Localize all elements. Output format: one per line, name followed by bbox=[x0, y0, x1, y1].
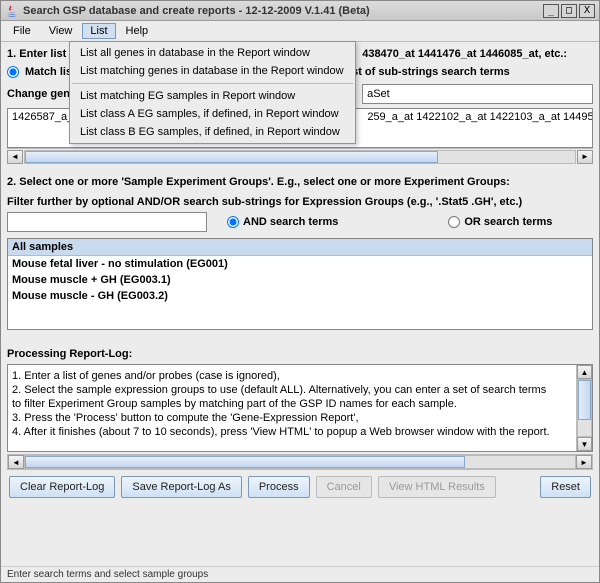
sample-row[interactable]: Mouse fetal liver - no stimulation (EG00… bbox=[8, 256, 592, 272]
log-hscroll[interactable]: ◄ ► bbox=[7, 454, 593, 470]
scroll-left-icon[interactable]: ◄ bbox=[7, 150, 23, 164]
menu-view[interactable]: View bbox=[41, 23, 81, 39]
dropdown-item[interactable]: List class B EG samples, if defined, in … bbox=[70, 123, 355, 141]
scroll-right-icon[interactable]: ► bbox=[577, 150, 593, 164]
app-window: Search GSP database and create reports -… bbox=[0, 0, 600, 583]
maximize-button[interactable]: □ bbox=[561, 4, 577, 18]
save-log-button[interactable]: Save Report-Log As bbox=[121, 476, 241, 498]
substrings-label: st of sub-strings search terms bbox=[352, 66, 510, 78]
scroll-down-icon[interactable]: ▼ bbox=[577, 437, 592, 451]
window-title: Search GSP database and create reports -… bbox=[23, 5, 541, 17]
scroll-right-icon[interactable]: ► bbox=[576, 455, 592, 469]
dropdown-item[interactable]: List all genes in database in the Report… bbox=[70, 44, 355, 62]
dropdown-item[interactable]: List matching genes in database in the R… bbox=[70, 62, 355, 80]
reset-button[interactable]: Reset bbox=[540, 476, 591, 498]
filter-row: AND search terms OR search terms bbox=[7, 212, 593, 232]
samples-header[interactable]: All samples bbox=[8, 239, 592, 256]
clear-log-button[interactable]: Clear Report-Log bbox=[9, 476, 115, 498]
view-html-button: View HTML Results bbox=[378, 476, 496, 498]
change-geneset-label: Change gene bbox=[7, 88, 76, 100]
log-vscroll[interactable]: ▲ ▼ bbox=[576, 365, 592, 451]
cancel-button: Cancel bbox=[316, 476, 372, 498]
dropdown-item[interactable]: List matching EG samples in Report windo… bbox=[70, 87, 355, 105]
samples-list[interactable]: All samples Mouse fetal liver - no stimu… bbox=[7, 238, 593, 330]
menu-list[interactable]: List bbox=[82, 23, 115, 39]
menu-help[interactable]: Help bbox=[118, 23, 157, 39]
list-menu-dropdown: List all genes in database in the Report… bbox=[69, 41, 356, 144]
filter-label: Filter further by optional AND/OR search… bbox=[7, 196, 593, 208]
log-textarea[interactable]: 1. Enter a list of genes and/or probes (… bbox=[7, 364, 593, 452]
scroll-left-icon[interactable]: ◄ bbox=[8, 455, 24, 469]
menu-file[interactable]: File bbox=[5, 23, 39, 39]
scroll-up-icon[interactable]: ▲ bbox=[577, 365, 592, 379]
menu-separator bbox=[72, 83, 353, 84]
or-radio[interactable] bbox=[448, 216, 460, 228]
match-list-label: Match lis bbox=[25, 66, 72, 78]
button-row: Clear Report-Log Save Report-Log As Proc… bbox=[7, 470, 593, 504]
sample-row[interactable]: Mouse muscle + GH (EG003.1) bbox=[8, 272, 592, 288]
geneset-dropdown[interactable]: aSet bbox=[362, 84, 593, 104]
processing-log-label: Processing Report-Log: bbox=[7, 348, 593, 360]
step2-label: 2. Select one or more 'Sample Experiment… bbox=[7, 176, 593, 188]
status-bar: Enter search terms and select sample gro… bbox=[1, 566, 599, 582]
menu-bar: File View List Help bbox=[1, 21, 599, 42]
match-list-radio[interactable] bbox=[7, 66, 19, 78]
java-icon bbox=[5, 4, 19, 18]
and-radio[interactable] bbox=[227, 216, 239, 228]
close-button[interactable]: X bbox=[579, 4, 595, 18]
gene-list-hscroll[interactable]: ◄ ► bbox=[7, 148, 593, 164]
minimize-button[interactable]: _ bbox=[543, 4, 559, 18]
dropdown-item[interactable]: List class A EG samples, if defined, in … bbox=[70, 105, 355, 123]
title-bar: Search GSP database and create reports -… bbox=[1, 1, 599, 21]
filter-input[interactable] bbox=[7, 212, 207, 232]
process-button[interactable]: Process bbox=[248, 476, 310, 498]
sample-row[interactable]: Mouse muscle - GH (EG003.2) bbox=[8, 288, 592, 304]
